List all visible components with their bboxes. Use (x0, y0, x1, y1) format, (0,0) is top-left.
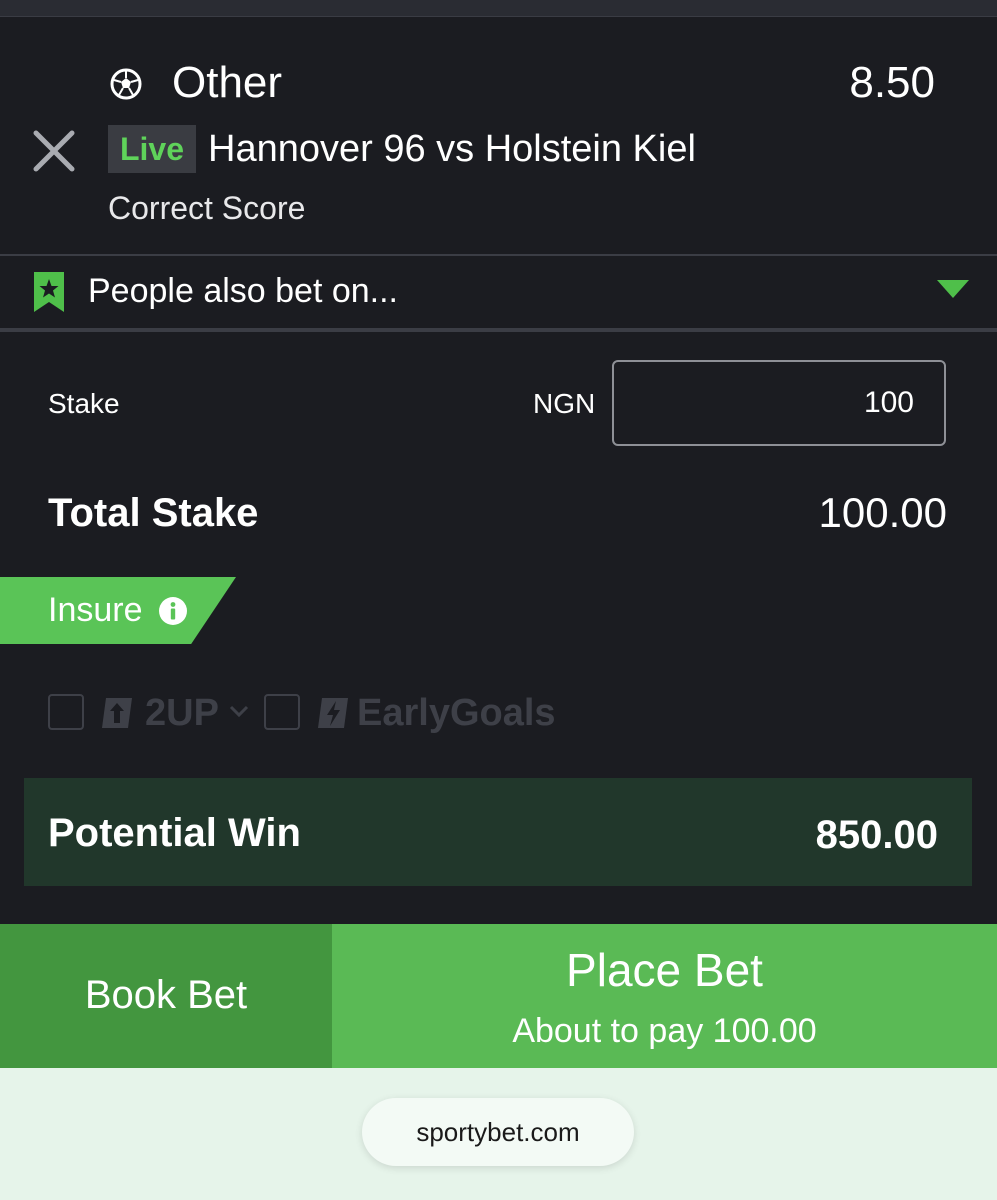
option-earlygoals-label: EarlyGoals (357, 692, 556, 734)
stake-currency: NGN (533, 388, 596, 419)
option-2up-checkbox[interactable] (48, 694, 84, 730)
people-also-bet-toggle[interactable]: People also bet on... (0, 254, 997, 332)
browser-bottom-bar: sportybet.com (0, 1068, 997, 1200)
chevron-down-icon (937, 280, 969, 298)
stake-input[interactable] (612, 360, 946, 446)
info-icon[interactable] (158, 596, 188, 626)
people-also-bet-label: People also bet on... (88, 272, 399, 310)
book-bet-label: Book Bet (84, 973, 248, 1017)
bookmark-star-icon (34, 272, 64, 312)
insure-tab[interactable]: Insure (0, 577, 236, 644)
total-stake-label: Total Stake (48, 491, 259, 535)
chevron-down-icon[interactable] (228, 700, 250, 722)
book-bet-button[interactable]: Book Bet (0, 924, 332, 1068)
about-to-pay-label: About to pay 100.00 (512, 1012, 817, 1050)
option-earlygoals-checkbox[interactable] (264, 694, 300, 730)
potential-win-value: 850.00 (815, 813, 938, 857)
match-name: Hannover 96 vs Holstein Kiel (208, 128, 696, 170)
insure-label: Insure (48, 591, 143, 629)
market-name: Correct Score (108, 190, 306, 226)
arrow-up-icon (102, 698, 132, 728)
remove-selection-close-icon[interactable] (30, 127, 78, 175)
url-bar[interactable]: sportybet.com (362, 1098, 634, 1166)
potential-win-label: Potential Win (48, 811, 301, 855)
total-stake-value: 100.00 (818, 489, 947, 536)
potential-win-panel: Potential Win 850.00 (24, 778, 972, 886)
live-badge: Live (108, 125, 196, 173)
lightning-icon (318, 698, 348, 728)
soccer-ball-icon (110, 68, 142, 100)
selection-odds: 8.50 (849, 58, 935, 107)
selection-outcome: Other (172, 58, 283, 107)
stake-label: Stake (48, 388, 120, 419)
option-2up-label: 2UP (145, 692, 219, 734)
top-divider (0, 0, 997, 17)
place-bet-button[interactable]: Place Bet About to pay 100.00 (332, 924, 997, 1068)
place-bet-label: Place Bet (566, 944, 763, 996)
bet-selection: Other 8.50 Live Hannover 96 vs Holstein … (0, 17, 997, 253)
